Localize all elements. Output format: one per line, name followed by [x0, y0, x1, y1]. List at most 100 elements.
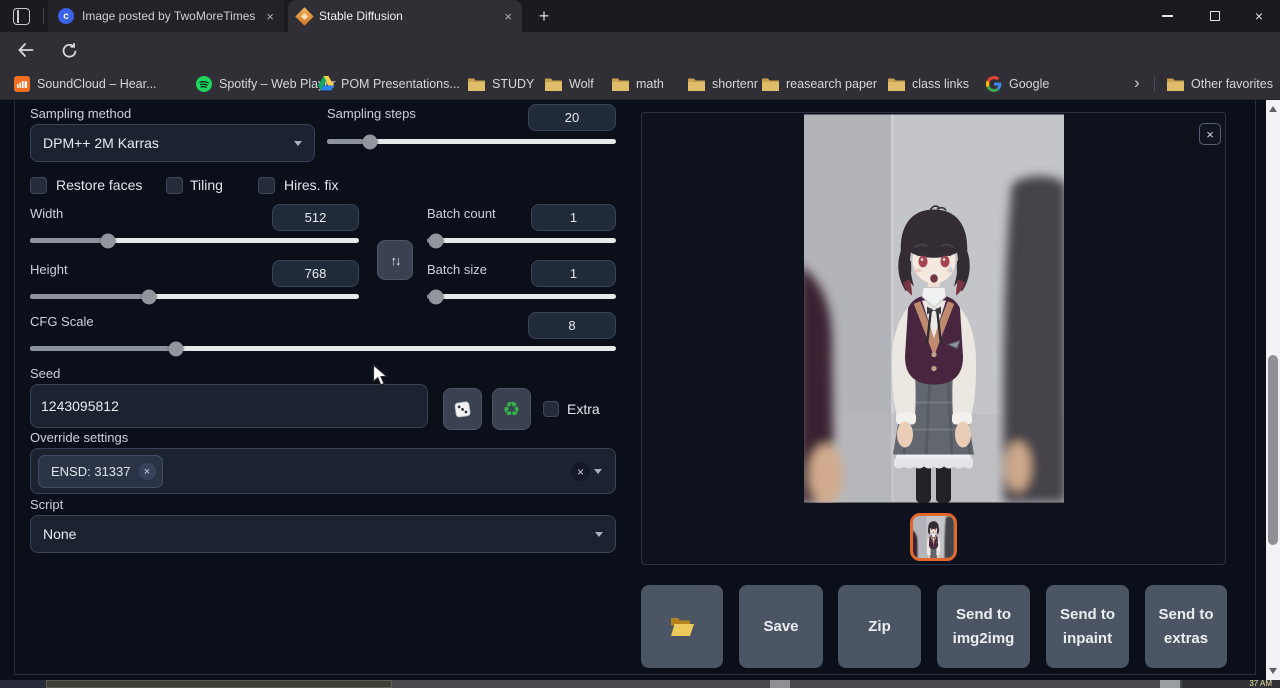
container-border-left: [14, 100, 15, 675]
slider-handle[interactable]: [363, 134, 378, 149]
window-minimize-button[interactable]: [1148, 0, 1186, 32]
slider-handle[interactable]: [142, 289, 157, 304]
bookmark-math[interactable]: math: [612, 68, 664, 99]
hires-fix-checkbox[interactable]: [258, 177, 275, 194]
bookmark-class-links[interactable]: class links: [888, 68, 969, 99]
seed-label: Seed: [30, 366, 60, 381]
swap-width-height-button[interactable]: ↑↓: [377, 240, 413, 280]
batch-count-slider[interactable]: [427, 238, 616, 243]
taskbar-clock: 37 AM: [1249, 680, 1272, 688]
hires-fix-label: Hires. fix: [284, 177, 338, 193]
height-value[interactable]: 768: [272, 260, 359, 287]
taskbar-app-segment: [46, 680, 392, 688]
bookmark-reasearch-paper[interactable]: reasearch paper: [762, 68, 877, 99]
tab-close-icon[interactable]: ×: [266, 9, 274, 24]
bookmark-other-favorites[interactable]: Other favorites: [1167, 68, 1273, 99]
browser-toolbar: i 127.0.0.1:7860 A) ☆+ » IA AD S Y M ☆≡ …: [0, 32, 1280, 68]
gallery-close-button[interactable]: ×: [1199, 123, 1221, 145]
sampling-steps-value[interactable]: 20: [528, 104, 616, 131]
new-tab-button[interactable]: +: [532, 4, 556, 28]
override-settings-box[interactable]: ENSD: 31337 × ×: [30, 448, 616, 494]
tab-title: Image posted by TwoMoreTimes: [82, 9, 258, 23]
bookmark-soundcloud[interactable]: SoundCloud – Hear...: [14, 68, 157, 99]
bookmark-pom-presentations[interactable]: POM Presentations...: [318, 68, 460, 99]
bookmarks-bar: SoundCloud – Hear... Spotify – Web Playe…: [0, 68, 1280, 100]
batch-size-slider[interactable]: [427, 294, 616, 299]
scrollbar-thumb[interactable]: [1268, 355, 1278, 545]
override-tag-ensd[interactable]: ENSD: 31337 ×: [38, 455, 163, 488]
bookmark-google[interactable]: Google: [986, 68, 1049, 99]
back-button[interactable]: [16, 41, 35, 64]
window-restore-button[interactable]: [1196, 0, 1234, 32]
bookmarks-overflow-chevron[interactable]: ›: [1134, 73, 1140, 93]
restore-faces-checkbox[interactable]: [30, 177, 47, 194]
send-to-extras-button[interactable]: Send to extras: [1145, 585, 1227, 668]
folder-icon: [545, 77, 562, 91]
save-button[interactable]: Save: [739, 585, 823, 668]
chevron-down-icon[interactable]: [594, 469, 602, 474]
clear-all-tags-icon[interactable]: ×: [571, 462, 590, 481]
tab-divider: [43, 8, 44, 24]
slider-handle[interactable]: [100, 233, 115, 248]
random-seed-dice-button[interactable]: [443, 388, 482, 430]
send-to-img2img-button[interactable]: Send to img2img: [937, 585, 1030, 668]
browser-tab-2-active[interactable]: Stable Diffusion ×: [288, 0, 522, 32]
width-label: Width: [30, 206, 63, 221]
tab-close-icon[interactable]: ×: [504, 9, 512, 24]
bookmark-spotify[interactable]: Spotify – Web Player: [196, 68, 336, 99]
remove-tag-icon[interactable]: ×: [139, 463, 156, 480]
batch-count-value[interactable]: 1: [531, 204, 616, 231]
swap-arrows-icon: ↑↓: [391, 253, 400, 268]
reuse-seed-recycle-button[interactable]: ♻: [492, 388, 531, 430]
bookmark-study[interactable]: STUDY: [468, 68, 534, 99]
script-dropdown[interactable]: None: [30, 515, 616, 553]
generated-image[interactable]: [804, 114, 1064, 503]
batch-size-value[interactable]: 1: [531, 260, 616, 287]
google-icon: [986, 76, 1002, 92]
folder-icon: [468, 77, 485, 91]
scroll-up-arrow[interactable]: [1269, 106, 1277, 112]
width-value[interactable]: 512: [272, 204, 359, 231]
open-output-folder-button[interactable]: [641, 585, 723, 668]
folder-icon: [1167, 77, 1184, 91]
extra-label: Extra: [567, 401, 600, 417]
cubari-favicon-icon: c: [58, 8, 74, 24]
browser-tab-1[interactable]: c Image posted by TwoMoreTimes ×: [48, 0, 284, 32]
slider-handle[interactable]: [429, 289, 444, 304]
gradio-favicon-icon: [295, 7, 313, 25]
spotify-icon: [196, 76, 212, 92]
override-settings-label: Override settings: [30, 430, 128, 445]
bookmark-wolf[interactable]: Wolf: [545, 68, 594, 99]
height-label: Height: [30, 262, 68, 277]
bookmark-shortenr[interactable]: shortenr: [688, 68, 758, 99]
refresh-button[interactable]: [61, 42, 78, 64]
cfg-scale-value[interactable]: 8: [528, 312, 616, 339]
taskbar-segment: [770, 680, 790, 688]
restore-faces-label: Restore faces: [56, 177, 142, 193]
soundcloud-icon: [14, 76, 30, 92]
thumbnail-image: [913, 516, 954, 558]
zip-button[interactable]: Zip: [838, 585, 921, 668]
folder-icon: [688, 77, 705, 91]
window-close-button[interactable]: ×: [1240, 0, 1278, 32]
sampling-steps-slider[interactable]: [327, 139, 616, 144]
scroll-down-arrow[interactable]: [1269, 668, 1277, 674]
scrollbar-vertical[interactable]: [1266, 100, 1280, 680]
gallery-thumbnail-selected[interactable]: [910, 513, 957, 561]
chevron-down-icon: [294, 141, 302, 146]
cfg-scale-slider[interactable]: [30, 346, 616, 351]
width-slider[interactable]: [30, 238, 359, 243]
tiling-checkbox[interactable]: [166, 177, 183, 194]
height-slider[interactable]: [30, 294, 359, 299]
slider-handle[interactable]: [168, 341, 183, 356]
sampling-method-dropdown[interactable]: DPM++ 2M Karras: [30, 124, 315, 162]
seed-input[interactable]: 1243095812: [30, 384, 428, 428]
batch-count-label: Batch count: [427, 206, 496, 221]
taskbar-segment: [1160, 680, 1180, 688]
mouse-cursor: [372, 364, 389, 393]
slider-handle[interactable]: [429, 233, 444, 248]
send-to-inpaint-button[interactable]: Send to inpaint: [1046, 585, 1129, 668]
tab-actions-menu-icon[interactable]: [13, 8, 30, 25]
chevron-down-icon: [595, 532, 603, 537]
extra-checkbox[interactable]: [543, 401, 559, 417]
